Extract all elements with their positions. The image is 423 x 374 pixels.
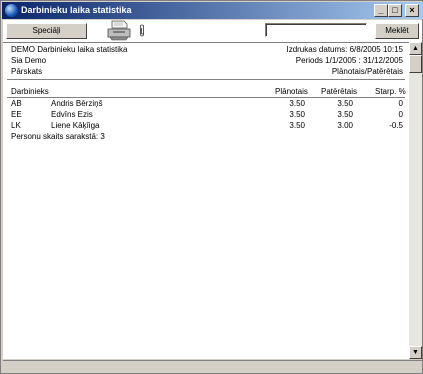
used-value: 3.50 [337, 99, 353, 108]
employee-name: Edvīns Ezis [51, 110, 93, 119]
search-button[interactable]: Meklēt [375, 23, 419, 39]
title-bar[interactable]: Darbinieku laika statistika _ □ × [2, 2, 423, 19]
employee-code: AB [11, 99, 22, 108]
special-button[interactable]: Speciāļi [6, 23, 87, 39]
report-window: Darbinieku laika statistika _ □ × Speciā… [0, 0, 423, 374]
col-header-employee: Darbinieks [11, 87, 49, 96]
toolbar: Speciāļi Meklēt [3, 20, 422, 42]
table-row: AB Andris Bērziņš 3.50 3.50 0 [3, 99, 409, 109]
report-org: Sia Demo [11, 56, 47, 65]
col-header-planned: Plānotais [275, 87, 308, 96]
used-value: 3.00 [337, 121, 353, 130]
diff-value: -0.5 [389, 121, 403, 130]
diff-value: 0 [398, 110, 403, 119]
table-row: EE Edvīns Ezis 3.50 3.50 0 [3, 110, 409, 120]
report-view: Plānotais/Patērētais [331, 67, 403, 76]
planned-value: 3.50 [289, 110, 305, 119]
col-header-diff: Starp. % [375, 87, 406, 96]
report-company: DEMO Darbinieku laika statistika [11, 45, 128, 54]
column-divider [7, 97, 405, 98]
scroll-up-arrow-icon[interactable]: ▲ [409, 42, 422, 55]
print-date: Izdrukas datums: 6/8/2005 10:15 [286, 45, 403, 54]
report-content: DEMO Darbinieku laika statistika Sia Dem… [3, 42, 409, 359]
search-input[interactable] [265, 23, 367, 37]
vertical-scrollbar[interactable]: ▲ ▼ [409, 42, 422, 359]
report-period: Periods 1/1/2005 : 31/12/2005 [295, 56, 403, 65]
used-value: 3.50 [337, 110, 353, 119]
employee-code: LK [11, 121, 21, 130]
planned-value: 3.50 [289, 121, 305, 130]
header-divider [7, 79, 405, 80]
scroll-down-arrow-icon[interactable]: ▼ [409, 346, 422, 359]
employee-name: Liene Kāķīiga [51, 121, 100, 130]
maximize-button[interactable]: □ [388, 4, 402, 17]
report-overview: Pārskats [11, 67, 43, 76]
printer-icon[interactable] [107, 20, 131, 41]
planned-value: 3.50 [289, 99, 305, 108]
window-title: Darbinieku laika statistika [21, 5, 132, 15]
col-header-used: Patērētais [321, 87, 358, 96]
person-count: Personu skaits sarakstā: 3 [11, 132, 105, 141]
scroll-thumb[interactable] [409, 55, 422, 73]
paperclip-icon[interactable] [139, 24, 145, 37]
employee-code: EE [11, 110, 22, 119]
employee-name: Andris Bērziņš [51, 99, 103, 108]
app-globe-icon [5, 4, 18, 17]
diff-value: 0 [398, 99, 403, 108]
minimize-button[interactable]: _ [374, 4, 388, 17]
close-button[interactable]: × [405, 4, 419, 17]
status-bar [3, 360, 422, 373]
table-row: LK Liene Kāķīiga 3.50 3.00 -0.5 [3, 121, 409, 131]
